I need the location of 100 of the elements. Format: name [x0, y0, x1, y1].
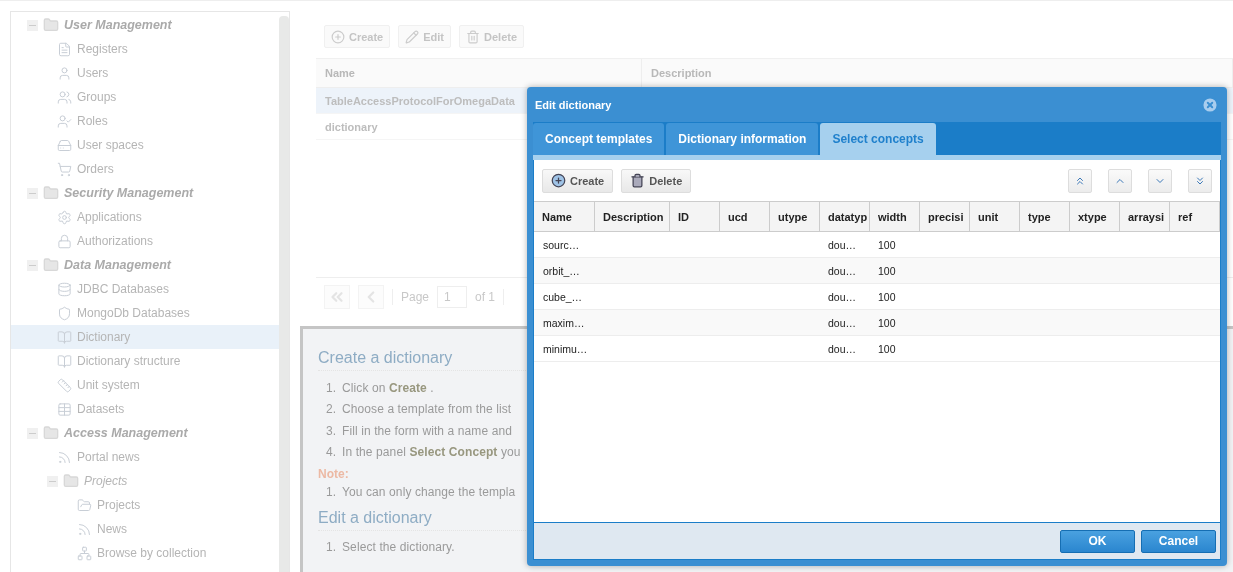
step-number: 2. — [326, 402, 336, 417]
tree-item[interactable]: Projects — [11, 493, 279, 517]
tree-item[interactable]: Dictionary — [11, 325, 279, 349]
column-header[interactable]: type — [1020, 202, 1070, 231]
tab[interactable]: Dictionary information — [666, 123, 819, 155]
database-icon — [57, 281, 72, 297]
column-header[interactable]: ID — [670, 202, 720, 231]
tree-group-label[interactable]: Security Management — [64, 186, 194, 200]
step-number: 3. — [326, 423, 336, 438]
tab[interactable]: Select concepts — [820, 123, 936, 155]
column-header[interactable]: datatyp — [820, 202, 870, 231]
column-header[interactable]: ref — [1170, 202, 1220, 231]
table-icon — [57, 401, 72, 417]
hierarchy-icon — [77, 545, 92, 561]
step-text: Select the dictionary. — [342, 540, 455, 555]
feed-icon — [77, 521, 92, 537]
table-cell-text: dou… — [827, 263, 858, 279]
tree-item[interactable]: Portal news — [11, 445, 279, 469]
plus-circle-icon — [551, 173, 566, 188]
users-icon — [57, 89, 72, 105]
table-cell-text: dou… — [827, 315, 858, 331]
column-header[interactable]: unit — [970, 202, 1020, 231]
step-text: You can only change the templa — [342, 484, 516, 499]
tree-item[interactable]: Registers — [11, 37, 279, 61]
folder-icon — [43, 425, 59, 441]
scrollbar[interactable] — [279, 16, 289, 572]
tree-item[interactable]: Roles — [11, 109, 279, 133]
tree-group-label[interactable]: Data Management — [64, 258, 171, 272]
move-down-button[interactable] — [1148, 168, 1172, 193]
feed-icon — [57, 449, 72, 465]
pencil-icon — [405, 29, 420, 44]
close-icon[interactable] — [1201, 95, 1219, 114]
double-chevron-down-icon — [1194, 174, 1206, 187]
move-bottom-button[interactable] — [1188, 168, 1212, 193]
trash-icon — [466, 29, 481, 44]
cart-icon — [57, 161, 72, 177]
book-icon — [57, 329, 72, 345]
column-header[interactable]: precisi — [920, 202, 970, 231]
step-number: 4. — [326, 445, 336, 460]
toolbar-button[interactable]: Delete — [621, 168, 692, 193]
book-icon — [57, 353, 72, 369]
tree-group-label[interactable]: User Management — [64, 18, 172, 32]
table-cell-text: 100 — [877, 263, 897, 279]
table-cell-text: 100 — [877, 315, 897, 331]
folder-icon — [77, 497, 92, 513]
column-header[interactable]: Description — [595, 202, 670, 231]
first-page-button[interactable] — [324, 285, 350, 309]
folder-icon — [63, 473, 79, 489]
step-text: In the panel Select Concept you — [342, 445, 521, 460]
step-number: 1. — [326, 380, 336, 395]
collapse-toggle[interactable] — [27, 259, 38, 271]
column-header[interactable]: ucd — [720, 202, 770, 231]
tree-item[interactable]: News — [11, 517, 279, 541]
table-cell-text: 100 — [877, 341, 897, 357]
cancel-button[interactable]: Cancel — [1141, 529, 1216, 553]
table-cell-text: sourc… — [542, 237, 581, 253]
tree-item[interactable]: MongoDb Databases — [11, 301, 279, 325]
table-cell-text: orbit_… — [542, 263, 581, 279]
collapse-toggle[interactable] — [47, 475, 58, 487]
step-text: Click on Create . — [342, 380, 434, 395]
column-header[interactable]: utype — [770, 202, 820, 231]
tree-item[interactable]: User spaces — [11, 133, 279, 157]
collapse-toggle[interactable] — [27, 19, 38, 31]
plus-circle-icon — [331, 29, 345, 44]
tree-item[interactable]: Applications — [11, 205, 279, 229]
tree-item[interactable]: Users — [11, 61, 279, 85]
table-cell-text: dou… — [827, 237, 858, 253]
tree-item[interactable]: Unit system — [11, 373, 279, 397]
previous-page-button[interactable] — [358, 285, 384, 309]
folder-icon — [43, 185, 59, 201]
tree-item[interactable]: Datasets — [11, 397, 279, 421]
column-header[interactable]: xtype — [1070, 202, 1120, 231]
move-up-button[interactable] — [1108, 168, 1132, 193]
step-number: 1. — [326, 540, 336, 555]
tree-item[interactable]: Authorizations — [11, 229, 279, 253]
user-icon — [57, 65, 72, 81]
table-cell-text: 100 — [877, 289, 897, 305]
shield-icon — [57, 305, 72, 321]
tree-item[interactable]: Orders — [11, 157, 279, 181]
toolbar-button[interactable]: Create — [542, 168, 614, 193]
tree-item[interactable]: Groups — [11, 85, 279, 109]
step-number: 1. — [326, 484, 336, 499]
padlock-icon — [57, 233, 72, 249]
column-header[interactable]: width — [870, 202, 920, 231]
note-label: Note: — [318, 467, 350, 481]
collapse-toggle[interactable] — [27, 427, 38, 439]
tree-group-label[interactable]: Projects — [84, 474, 128, 488]
step-text: Fill in the form with a name and — [342, 423, 512, 438]
tree-item[interactable]: Dictionary structure — [11, 349, 279, 373]
tree-item[interactable]: JDBC Databases — [11, 277, 279, 301]
column-header[interactable]: arraysi — [1120, 202, 1170, 231]
ok-button[interactable]: OK — [1060, 529, 1135, 553]
column-header[interactable]: Name — [534, 202, 595, 231]
tree-item[interactable]: Browse by collection — [11, 541, 279, 565]
move-top-button[interactable] — [1068, 168, 1092, 193]
table-cell-text: dou… — [827, 341, 858, 357]
tab[interactable]: Concept templates — [533, 123, 665, 155]
tree-group-label[interactable]: Access Management — [64, 426, 188, 440]
gear-icon — [57, 209, 72, 225]
collapse-toggle[interactable] — [27, 187, 38, 199]
